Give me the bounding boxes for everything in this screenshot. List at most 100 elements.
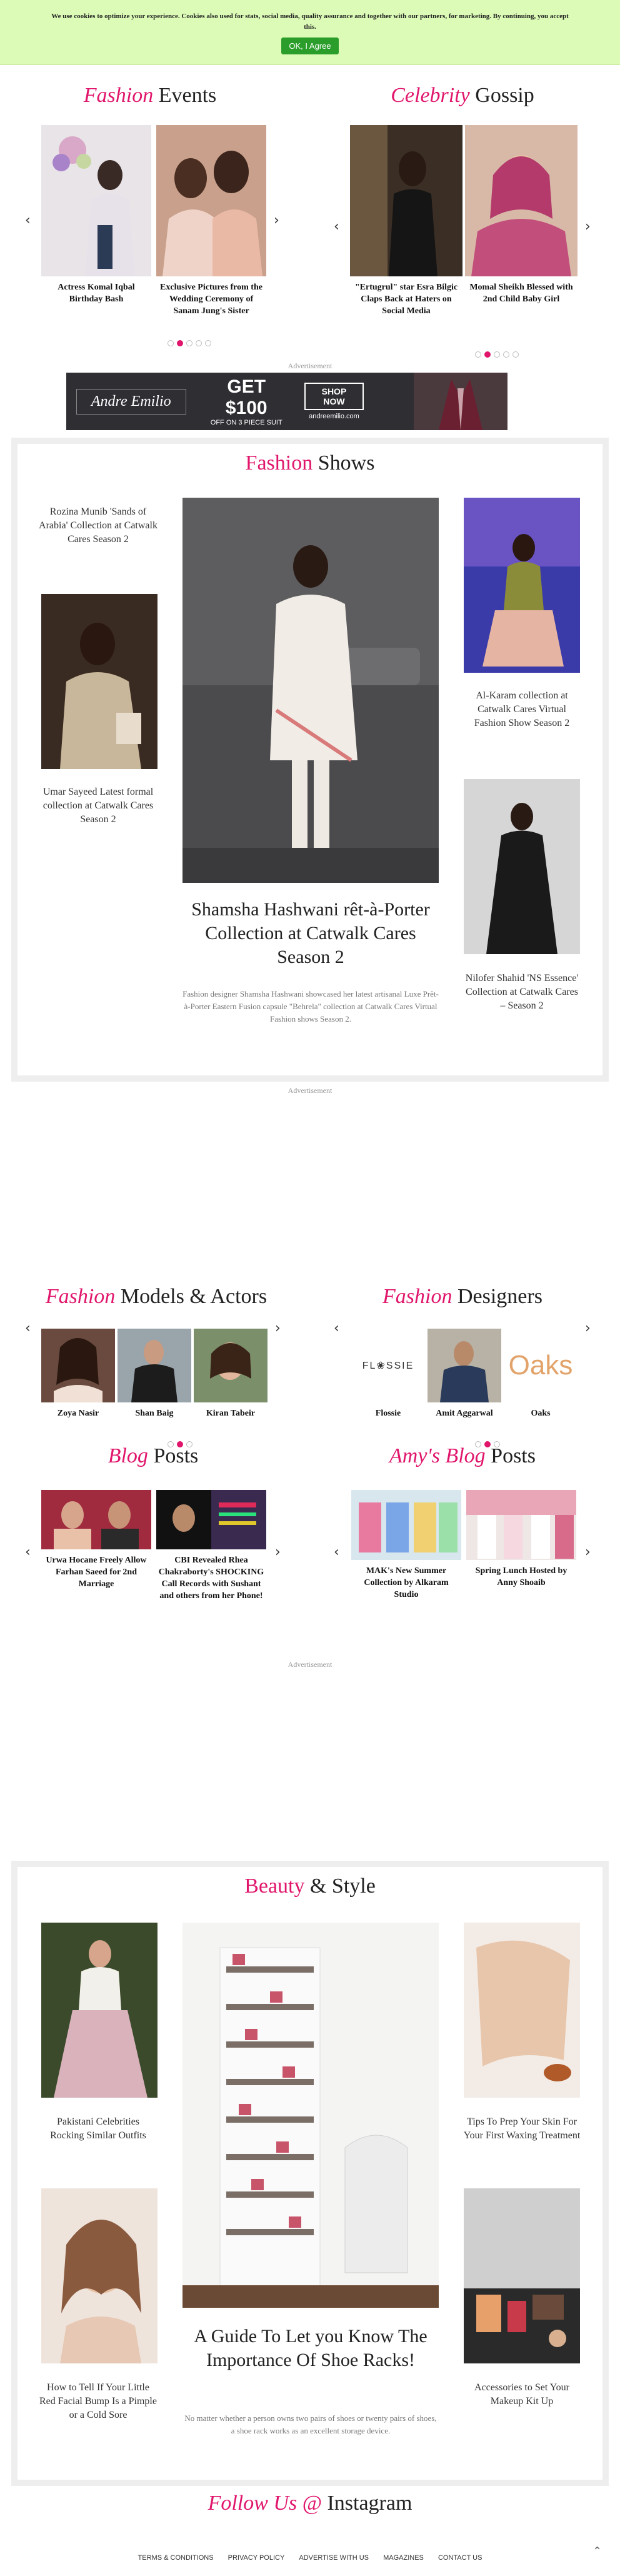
beauty-left-bottom-title[interactable]: How to Tell If Your Little Red Facial Bu… <box>39 2381 158 2422</box>
blog-image[interactable] <box>156 1490 266 1549</box>
footer-link-terms[interactable]: TERMS & CONDITIONS <box>138 2554 214 2562</box>
pagination-dot[interactable] <box>494 351 500 358</box>
designer-card[interactable]: Amit Aggarwal <box>428 1329 501 1419</box>
amys-blog-image[interactable] <box>351 1490 461 1560</box>
blog-next-arrow[interactable]: › <box>275 1544 281 1560</box>
beauty-style-title[interactable]: Beauty & Style <box>185 1874 435 1898</box>
beauty-main-image[interactable] <box>182 1923 439 2308</box>
pagination-dot[interactable] <box>512 351 519 358</box>
event-caption[interactable]: Exclusive Pictures from the Wedding Cere… <box>156 281 266 317</box>
amys-blog-card[interactable]: MAK's New Summer Collection by Alkaram S… <box>351 1490 461 1601</box>
ad-shop-now-button[interactable]: SHOP NOW <box>304 383 364 410</box>
event-caption[interactable]: Actress Komal Iqbal Birthday Bash <box>41 281 151 305</box>
designer-name[interactable]: Oaks <box>504 1407 578 1419</box>
gossip-caption[interactable]: Momal Sheikh Blessed with 2nd Child Baby… <box>465 281 578 305</box>
designer-logo[interactable]: FL❀SSIE <box>351 1329 425 1402</box>
beauty-right-bottom-image[interactable] <box>464 2188 580 2363</box>
pagination-dot[interactable] <box>186 340 192 346</box>
model-name[interactable]: Shan Baig <box>118 1407 191 1419</box>
fashion-shows-title[interactable]: Fashion Shows <box>185 451 435 475</box>
cookie-accept-button[interactable]: OK, I Agree <box>281 38 339 54</box>
fashion-show-right-bottom-image[interactable] <box>464 779 580 954</box>
beauty-left-top-title[interactable]: Pakistani Celebrities Rocking Similar Ou… <box>39 2115 158 2143</box>
beauty-right-bottom-title[interactable]: Accessories to Set Your Makeup Kit Up <box>462 2381 581 2408</box>
footer-link-privacy[interactable]: PRIVACY POLICY <box>228 2554 285 2562</box>
designers-prev-arrow[interactable]: ‹ <box>334 1321 339 1336</box>
gossip-card[interactable]: Momal Sheikh Blessed with 2nd Child Baby… <box>465 125 578 305</box>
designer-card[interactable]: Oaks Oaks <box>504 1329 578 1419</box>
designer-card[interactable]: FL❀SSIE Flossie <box>351 1329 425 1419</box>
fashion-show-left-bottom-title[interactable]: Umar Sayeed Latest formal collection at … <box>39 785 158 827</box>
model-image[interactable] <box>41 1329 115 1402</box>
fashion-show-right-bottom-title[interactable]: Nilofer Shahid 'NS Essence' Collection a… <box>462 972 581 1013</box>
fashion-show-main-image[interactable] <box>182 498 439 883</box>
fashion-show-right-top-title[interactable]: Al-Karam collection at Catwalk Cares Vir… <box>462 689 581 730</box>
designer-logo[interactable]: Oaks <box>504 1329 578 1402</box>
beauty-left-bottom-image[interactable] <box>41 2188 158 2363</box>
pagination-dot[interactable] <box>196 340 202 346</box>
event-card[interactable]: Actress Komal Iqbal Birthday Bash <box>41 125 151 305</box>
beauty-left-top-image[interactable] <box>41 1923 158 2098</box>
footer-link-contact[interactable]: CONTACT US <box>438 2554 482 2562</box>
ad-banner[interactable]: Andre Emilio GET $100 OFF ON 3 PIECE SUI… <box>66 373 508 430</box>
model-image[interactable] <box>194 1329 268 1402</box>
celebrity-gossip-next-arrow[interactable]: › <box>585 219 591 234</box>
fashion-events-next-arrow[interactable]: › <box>274 213 279 228</box>
fashion-events-title[interactable]: Fashion Events <box>38 84 262 108</box>
model-name[interactable]: Zoya Nasir <box>41 1407 115 1419</box>
amys-blog-card[interactable]: Spring Lunch Hosted by Anny Shoaib <box>466 1490 576 1589</box>
model-name[interactable]: Kiran Tabeir <box>194 1407 268 1419</box>
amys-blog-title[interactable]: Amy's Blog Posts <box>350 1444 575 1468</box>
pagination-dot[interactable] <box>475 351 481 358</box>
amys-blog-next-arrow[interactable]: › <box>585 1544 591 1560</box>
blog-card[interactable]: CBI Revealed Rhea Chakraborty's SHOCKING… <box>156 1490 266 1602</box>
beauty-right-top-image[interactable] <box>464 1923 580 2098</box>
models-actors-title[interactable]: Fashion Models & Actors <box>19 1285 294 1309</box>
fashion-show-right-top-image[interactable] <box>464 498 580 673</box>
gossip-image[interactable] <box>465 125 578 276</box>
designer-name[interactable]: Flossie <box>351 1407 425 1419</box>
model-card[interactable]: Kiran Tabeir <box>194 1329 268 1419</box>
pagination-dot[interactable] <box>205 340 211 346</box>
celebrity-gossip-title[interactable]: Celebrity Gossip <box>350 84 575 108</box>
blog-prev-arrow[interactable]: ‹ <box>25 1544 31 1560</box>
model-card[interactable]: Zoya Nasir <box>41 1329 115 1419</box>
designers-title[interactable]: Fashion Designers <box>350 1285 575 1309</box>
pagination-dot[interactable] <box>503 351 509 358</box>
model-card[interactable]: Shan Baig <box>118 1329 191 1419</box>
event-image[interactable] <box>156 125 266 276</box>
designers-next-arrow[interactable]: › <box>585 1321 591 1336</box>
gossip-caption[interactable]: "Ertugrul" star Esra Bilgic Claps Back a… <box>350 281 462 317</box>
blog-image[interactable] <box>41 1490 151 1549</box>
blog-caption[interactable]: CBI Revealed Rhea Chakraborty's SHOCKING… <box>156 1554 266 1602</box>
blog-card[interactable]: Urwa Hocane Freely Allow Farhan Saeed fo… <box>41 1490 151 1590</box>
blog-caption[interactable]: Urwa Hocane Freely Allow Farhan Saeed fo… <box>41 1554 151 1590</box>
amys-blog-caption[interactable]: MAK's New Summer Collection by Alkaram S… <box>351 1565 461 1601</box>
footer-link-magazines[interactable]: MAGAZINES <box>383 2554 424 2562</box>
fashion-show-left-top-title[interactable]: Rozina Munib 'Sands of Arabia' Collectio… <box>39 505 158 546</box>
beauty-main-title[interactable]: A Guide To Let you Know The Importance O… <box>182 2325 439 2372</box>
pagination-dot[interactable] <box>168 340 174 346</box>
gossip-image[interactable] <box>350 125 462 276</box>
amys-blog-image[interactable] <box>466 1490 576 1560</box>
fashion-events-prev-arrow[interactable]: ‹ <box>25 213 31 228</box>
footer-link-advertise[interactable]: ADVERTISE WITH US <box>299 2554 369 2562</box>
models-next-arrow[interactable]: › <box>275 1321 281 1336</box>
designer-name[interactable]: Amit Aggarwal <box>428 1407 501 1419</box>
event-card[interactable]: Exclusive Pictures from the Wedding Cere… <box>156 125 266 317</box>
pagination-dot-active[interactable] <box>484 351 491 358</box>
beauty-right-top-title[interactable]: Tips To Prep Your Skin For Your First Wa… <box>462 2115 581 2143</box>
pagination-dot-active[interactable] <box>177 340 183 346</box>
instagram-title[interactable]: Follow Us @ Instagram <box>154 2492 466 2515</box>
model-image[interactable] <box>118 1329 191 1402</box>
amys-blog-caption[interactable]: Spring Lunch Hosted by Anny Shoaib <box>466 1565 576 1589</box>
amys-blog-prev-arrow[interactable]: ‹ <box>334 1544 339 1560</box>
designer-image[interactable] <box>428 1329 501 1402</box>
blog-posts-title[interactable]: Blog Posts <box>38 1444 269 1468</box>
fashion-show-left-bottom-image[interactable] <box>41 594 158 769</box>
event-image[interactable] <box>41 125 151 276</box>
gossip-card[interactable]: "Ertugrul" star Esra Bilgic Claps Back a… <box>350 125 462 317</box>
fashion-show-main-title[interactable]: Shamsha Hashwani rêt-à-Porter Collection… <box>182 898 439 969</box>
models-prev-arrow[interactable]: ‹ <box>25 1321 31 1336</box>
celebrity-gossip-prev-arrow[interactable]: ‹ <box>334 219 339 234</box>
